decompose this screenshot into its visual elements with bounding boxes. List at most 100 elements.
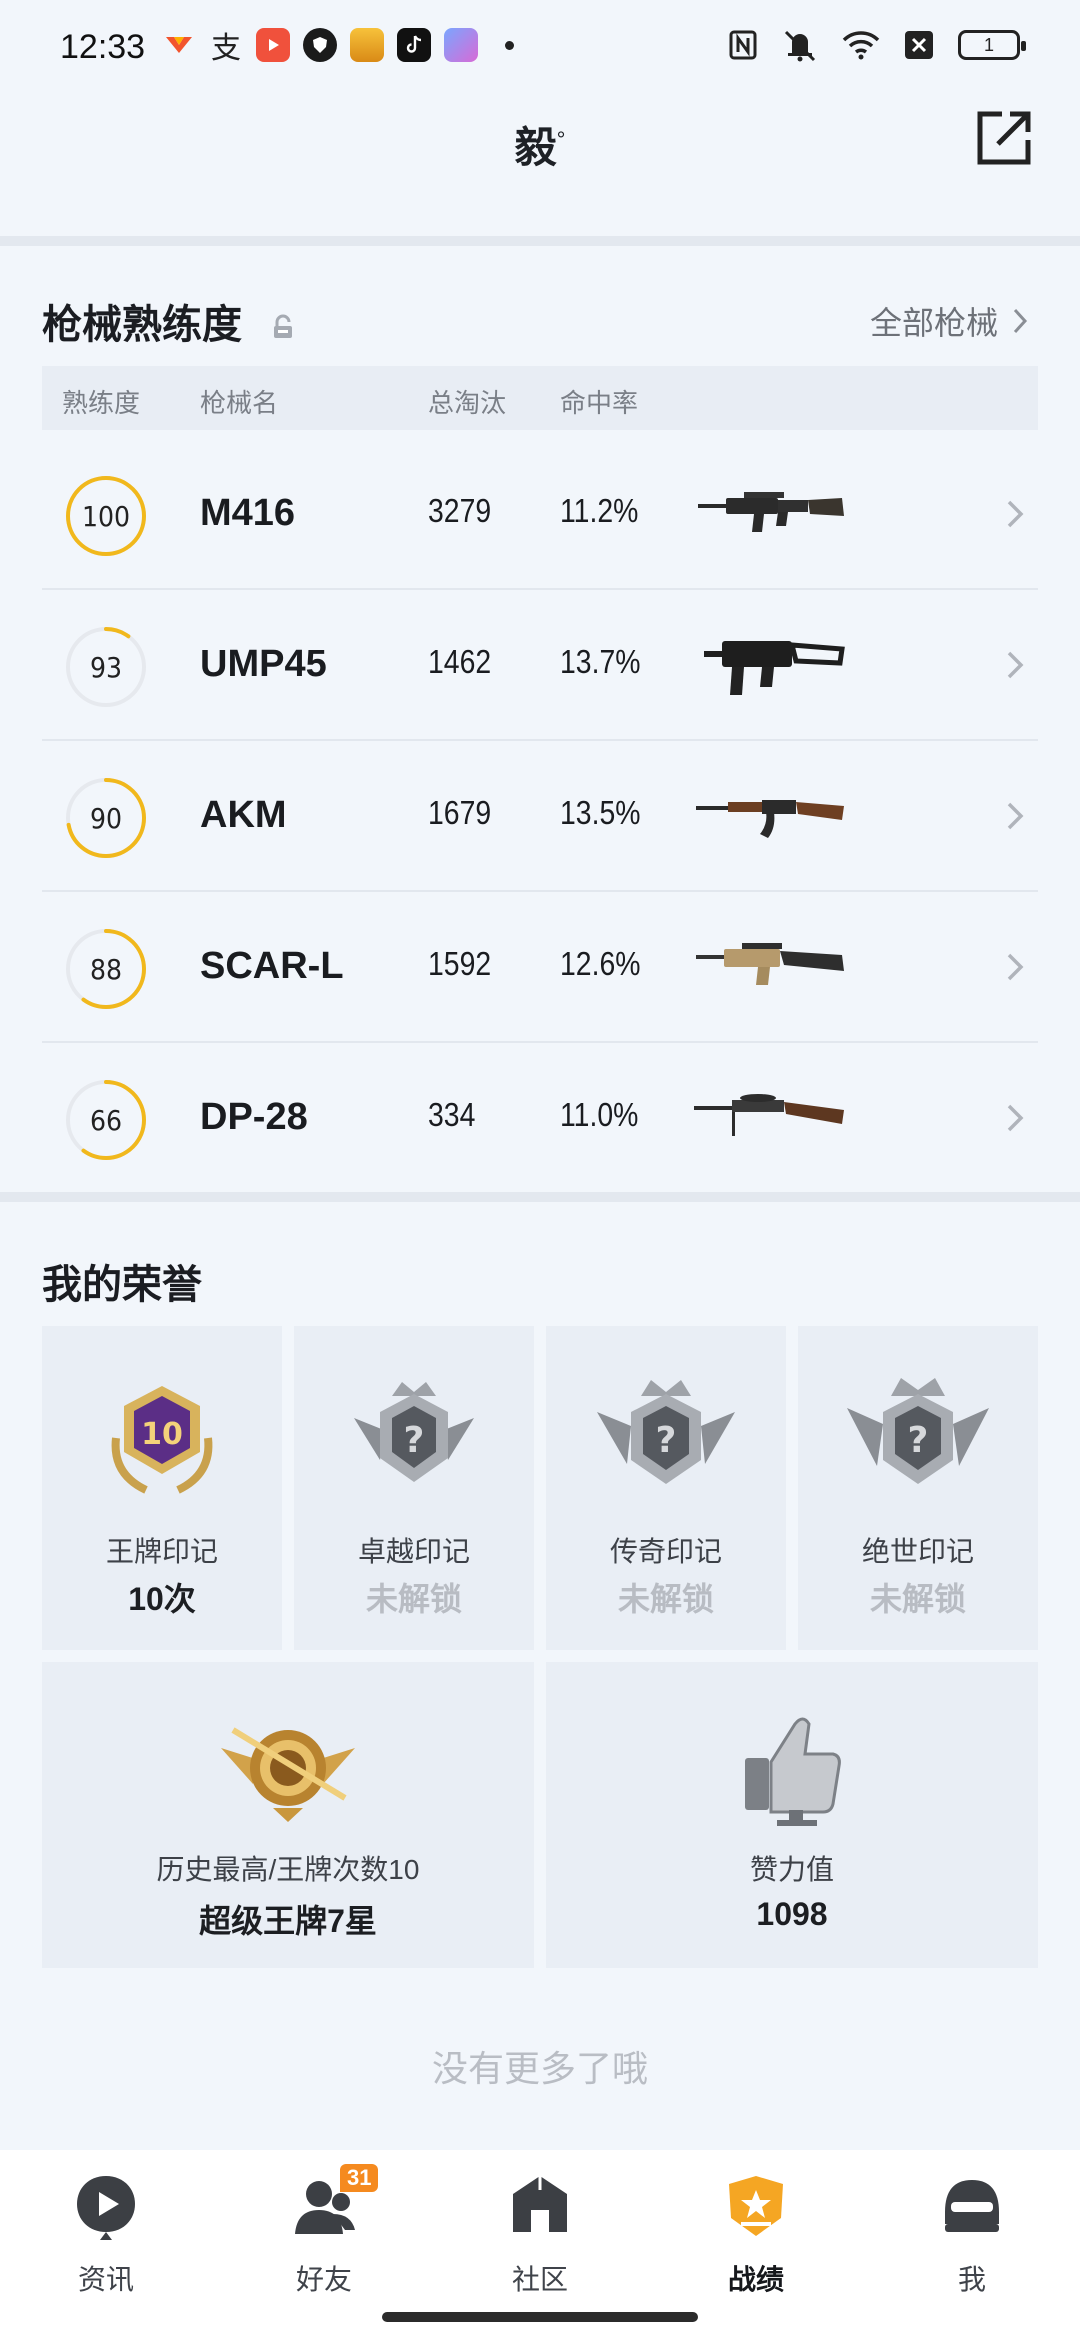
column-kills: 总淘汰 — [428, 388, 507, 418]
chevron-right-icon — [1007, 1104, 1024, 1132]
weapon-row[interactable]: 93 UMP45 1462 13.7% — [42, 591, 1038, 741]
proficiency-value: 100 — [81, 499, 131, 533]
section-divider — [0, 236, 1080, 246]
chevron-right-icon — [1007, 500, 1024, 528]
honor-value: 10次 — [128, 1581, 196, 1617]
weapon-row[interactable]: 90 AKM 1679 13.5% — [42, 742, 1038, 892]
weapon-kills: 1462 — [428, 643, 492, 680]
friends-count-badge: 31 — [340, 2164, 379, 2192]
nav-community[interactable]: 社区 — [460, 2172, 620, 2302]
status-time: 12:33 — [60, 28, 146, 66]
news-play-icon — [77, 2176, 135, 2240]
notification-icons: 支 — [162, 28, 514, 65]
weapon-name: AKM — [200, 794, 287, 836]
alipay-icon: 支 — [211, 32, 241, 65]
community-house-icon — [513, 2176, 567, 2232]
wifi-icon — [842, 31, 880, 60]
weapon-name: UMP45 — [200, 643, 327, 685]
history-label: 历史最高/王牌次数10 — [156, 1854, 420, 1885]
nav-me[interactable]: 我 — [892, 2172, 1052, 2302]
svg-text:?: ? — [656, 1420, 677, 1461]
likes-label: 赞力值 — [749, 1854, 834, 1885]
all-weapons-link[interactable]: 全部枪械 — [870, 298, 1028, 344]
game-avatar-icon — [444, 28, 478, 62]
honor-value: 未解锁 — [869, 1581, 966, 1617]
proficiency-value: 90 — [89, 801, 123, 835]
chevron-right-icon — [1007, 802, 1024, 830]
nav-label: 好友 — [295, 2264, 352, 2295]
locked-badge-icon: ? — [847, 1378, 989, 1484]
weapon-hit-rate: 13.7% — [560, 643, 641, 680]
history-value: 超级王牌7星 — [199, 1903, 377, 1939]
weapon-kills: 1592 — [428, 945, 492, 982]
honor-card-excellent[interactable]: ? 卓越印记 未解锁 — [294, 1326, 534, 1650]
page-header: 毅° — [0, 96, 1080, 236]
mute-icon — [784, 30, 816, 62]
end-of-list-text: 没有更多了哦 — [431, 2048, 648, 2089]
battery-icon: 1 — [958, 30, 1026, 60]
honor-label: 绝世印记 — [861, 1536, 974, 1567]
locked-badge-icon: ? — [597, 1380, 735, 1484]
weapon-hit-rate: 13.5% — [560, 794, 641, 831]
share-external-icon[interactable] — [972, 106, 1036, 170]
locked-badge-icon: ? — [354, 1382, 474, 1482]
akm-rifle-image — [696, 800, 844, 838]
weapon-hit-rate: 11.0% — [560, 1096, 639, 1133]
thumbs-up-icon — [745, 1717, 841, 1826]
system-icons: 1 — [728, 28, 1026, 62]
weapon-name: DP-28 — [200, 1096, 308, 1138]
helmet-icon — [945, 2180, 999, 2232]
chevron-right-icon — [1013, 308, 1028, 334]
more-notifications-dot — [505, 40, 514, 50]
honor-label: 卓越印记 — [357, 1536, 470, 1567]
honor-value: 未解锁 — [617, 1581, 714, 1617]
x-box-icon — [905, 31, 933, 59]
video-icon — [256, 28, 290, 62]
weapon-hit-rate: 12.6% — [560, 945, 641, 982]
ump45-smg-image — [704, 641, 845, 695]
ace-badge-icon: 10 — [111, 1386, 213, 1494]
record-shield-icon — [729, 2176, 783, 2236]
status-bar: 12:33 支 1 — [0, 0, 1080, 96]
home-indicator[interactable] — [382, 2312, 698, 2322]
honor-label: 传奇印记 — [609, 1536, 722, 1567]
weapon-hit-rate: 11.2% — [560, 492, 639, 529]
nav-friends[interactable]: 31 好友 — [244, 2164, 404, 2302]
nav-news[interactable]: 资讯 — [26, 2172, 186, 2302]
nav-record[interactable]: 战绩 — [676, 2172, 836, 2302]
weapon-kills: 334 — [428, 1096, 476, 1133]
weapon-kills: 1679 — [428, 794, 492, 831]
likes-card[interactable]: 赞力值 1098 — [546, 1662, 1038, 1968]
weapon-section-title: 枪械熟练度 — [42, 292, 295, 350]
super-ace-badge-icon — [221, 1727, 355, 1822]
honor-card-peerless[interactable]: ? 绝世印记 未解锁 — [798, 1326, 1038, 1650]
likes-value: 1098 — [756, 1896, 828, 1932]
column-weapon-name: 枪械名 — [200, 388, 279, 418]
weapon-row[interactable]: 88 SCAR-L 1592 12.6% — [42, 893, 1038, 1043]
svg-text:?: ? — [404, 1420, 425, 1461]
nfc-icon — [729, 30, 757, 60]
proficiency-value: 93 — [89, 650, 123, 684]
weapon-name: M416 — [200, 492, 296, 534]
proficiency-value: 88 — [89, 952, 123, 986]
history-best-card[interactable]: 历史最高/王牌次数10 超级王牌7星 — [42, 1662, 534, 1968]
chevron-right-icon — [1007, 953, 1024, 981]
honor-value: 未解锁 — [365, 1581, 462, 1617]
scar-l-rifle-image — [696, 943, 844, 985]
shield-icon — [303, 28, 337, 62]
column-proficiency: 熟练度 — [62, 388, 141, 418]
lock-icon — [274, 314, 293, 339]
weapon-row[interactable]: 66 DP-28 334 11.0% — [42, 1044, 1038, 1194]
honor-card-legend[interactable]: ? 传奇印记 未解锁 — [546, 1326, 786, 1650]
app-store-icon — [162, 28, 196, 62]
dp28-lmg-image — [694, 1094, 844, 1136]
weapon-table-header: 熟练度 枪械名 总淘汰 命中率 — [42, 366, 1038, 430]
nav-label: 我 — [957, 2264, 986, 2295]
column-hit-rate: 命中率 — [560, 388, 639, 418]
game-icon — [350, 28, 384, 62]
proficiency-value: 66 — [89, 1103, 123, 1137]
ace-badge-number: 10 — [141, 1417, 183, 1452]
weapon-kills: 3279 — [428, 492, 492, 529]
weapon-row[interactable]: 100 M416 3279 11.2% — [42, 440, 1038, 590]
honor-card-ace[interactable]: 10 王牌印记 10次 — [42, 1326, 282, 1650]
